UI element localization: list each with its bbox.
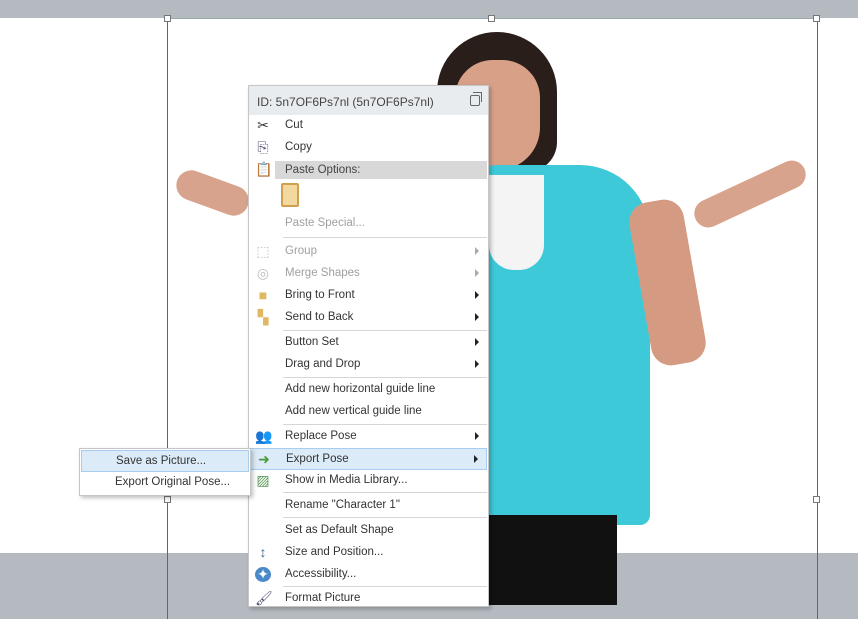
menu-item-paste-special[interactable]: Paste Special... xyxy=(250,213,487,234)
bring-to-front-icon: ■ xyxy=(258,287,268,303)
menu-item-send-to-back[interactable]: ▚ Send to Back xyxy=(250,307,487,328)
menu-item-export-original-pose[interactable]: Export Original Pose... xyxy=(81,472,249,493)
copy-id-icon[interactable] xyxy=(470,92,482,106)
chevron-right-icon xyxy=(475,269,479,277)
separator xyxy=(283,424,487,425)
menu-item-replace-pose[interactable]: 👥 Replace Pose xyxy=(250,426,487,447)
group-icon: ⬚ xyxy=(256,243,270,259)
menu-item-group[interactable]: ⬚ Group xyxy=(250,241,487,262)
resize-handle[interactable] xyxy=(164,15,171,22)
paste-icon: 📋 xyxy=(255,161,273,177)
separator xyxy=(283,517,487,518)
menu-item-show-in-media-library[interactable]: ▨ Show in Media Library... xyxy=(250,470,487,491)
menu-item-button-set[interactable]: Button Set xyxy=(250,332,487,353)
resize-handle[interactable] xyxy=(164,496,171,503)
separator xyxy=(283,377,487,378)
shape-id: ID: 5n7OF6Ps7nl (5n7OF6Ps7nl) xyxy=(257,95,434,109)
context-menu: ID: 5n7OF6Ps7nl (5n7OF6Ps7nl) ✂ Cut ⎘ Copy… xyxy=(248,85,489,607)
menu-item-export-pose[interactable]: ➜ Export Pose xyxy=(250,448,487,470)
export-icon: ➜ xyxy=(258,451,270,467)
menu-item-add-vertical-guide[interactable]: Add new vertical guide line xyxy=(250,401,487,422)
media-library-icon: ▨ xyxy=(256,472,270,488)
separator xyxy=(283,586,487,587)
menu-item-format-picture[interactable]: 🖌 Format Picture xyxy=(250,588,487,609)
chevron-right-icon xyxy=(475,247,479,255)
menu-item-bring-to-front[interactable]: ■ Bring to Front xyxy=(250,285,487,306)
menu-item-merge-shapes[interactable]: ◎ Merge Shapes xyxy=(250,263,487,284)
resize-handle[interactable] xyxy=(813,15,820,22)
menu-header: ID: 5n7OF6Ps7nl (5n7OF6Ps7nl) xyxy=(249,86,488,115)
menu-item-set-default-shape[interactable]: Set as Default Shape xyxy=(250,520,487,541)
menu-item-rename[interactable]: Rename "Character 1" xyxy=(250,495,487,516)
chevron-right-icon xyxy=(475,313,479,321)
paste-options-header: Paste Options: xyxy=(275,161,487,179)
chevron-right-icon xyxy=(474,455,478,463)
merge-shapes-icon: ◎ xyxy=(256,265,270,281)
separator xyxy=(283,492,487,493)
menu-item-accessibility[interactable]: ✦ Accessibility... xyxy=(250,564,487,585)
replace-pose-icon: 👥 xyxy=(255,428,273,444)
menu-item-drag-and-drop[interactable]: Drag and Drop xyxy=(250,354,487,375)
send-to-back-icon: ▚ xyxy=(257,309,269,325)
menu-item-save-as-picture[interactable]: Save as Picture... xyxy=(81,450,249,472)
resize-handle[interactable] xyxy=(488,15,495,22)
format-picture-icon: 🖌 xyxy=(255,590,273,606)
separator xyxy=(283,237,487,238)
separator xyxy=(283,330,487,331)
size-position-icon: ↕ xyxy=(259,544,267,560)
chevron-right-icon xyxy=(475,338,479,346)
menu-item-size-and-position[interactable]: ↕ Size and Position... xyxy=(250,542,487,563)
menu-item-cut[interactable]: ✂ Cut xyxy=(250,115,487,136)
resize-handle[interactable] xyxy=(813,496,820,503)
paste-keep-format-icon[interactable] xyxy=(281,183,299,207)
scissors-icon: ✂ xyxy=(257,117,269,133)
chevron-right-icon xyxy=(475,360,479,368)
accessibility-icon: ✦ xyxy=(255,567,271,582)
export-pose-submenu: Save as Picture... Export Original Pose.… xyxy=(79,448,251,496)
copy-icon: ⎘ xyxy=(257,139,269,155)
chevron-right-icon xyxy=(475,432,479,440)
chevron-right-icon xyxy=(475,291,479,299)
menu-item-add-horizontal-guide[interactable]: Add new horizontal guide line xyxy=(250,379,487,400)
menu-item-copy[interactable]: ⎘ Copy xyxy=(250,137,487,158)
